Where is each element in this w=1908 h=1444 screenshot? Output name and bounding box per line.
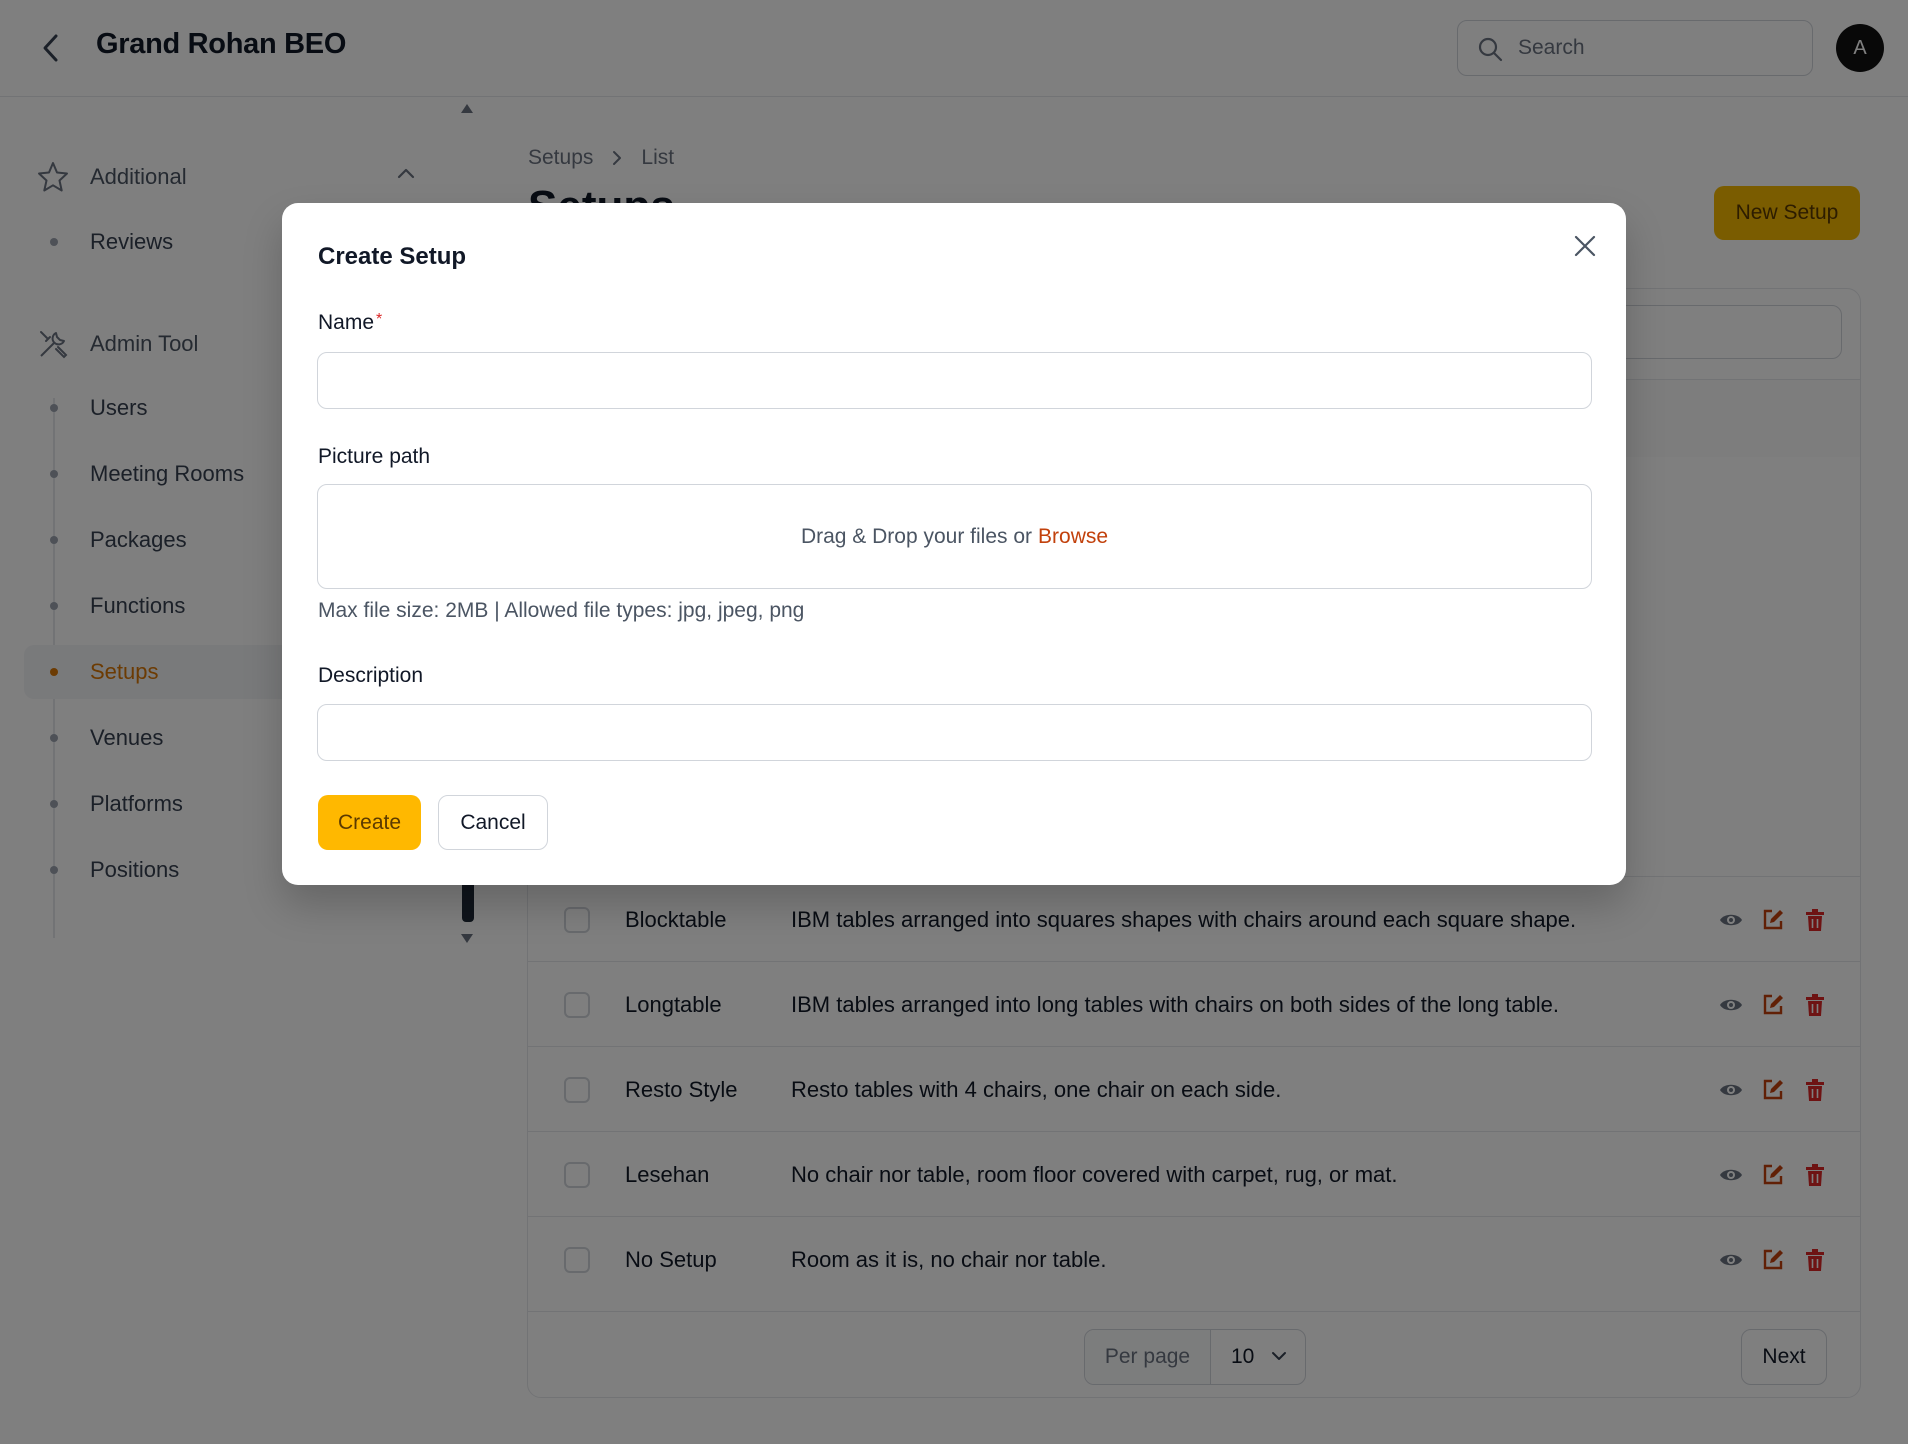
- file-hint: Max file size: 2MB | Allowed file types:…: [318, 599, 805, 622]
- modal-title: Create Setup: [318, 243, 467, 270]
- file-dropzone[interactable]: Drag & Drop your files or Browse: [317, 484, 1592, 589]
- name-input[interactable]: [317, 352, 1592, 409]
- dropzone-text: Drag & Drop your files or: [800, 524, 1033, 548]
- create-button[interactable]: Create: [318, 795, 421, 850]
- name-label-text: Name: [318, 311, 375, 334]
- browse-link[interactable]: Browse: [1038, 525, 1108, 549]
- name-label: Name *: [318, 311, 382, 335]
- picture-path-label: Picture path: [318, 445, 431, 468]
- create-setup-modal: Create Setup Name * Picture path Drag & D…: [282, 203, 1626, 885]
- required-mark: *: [376, 311, 383, 328]
- description-input[interactable]: [317, 704, 1592, 761]
- cancel-button[interactable]: Cancel: [438, 795, 548, 850]
- description-label: Description: [318, 664, 424, 687]
- close-icon[interactable]: [1570, 231, 1600, 261]
